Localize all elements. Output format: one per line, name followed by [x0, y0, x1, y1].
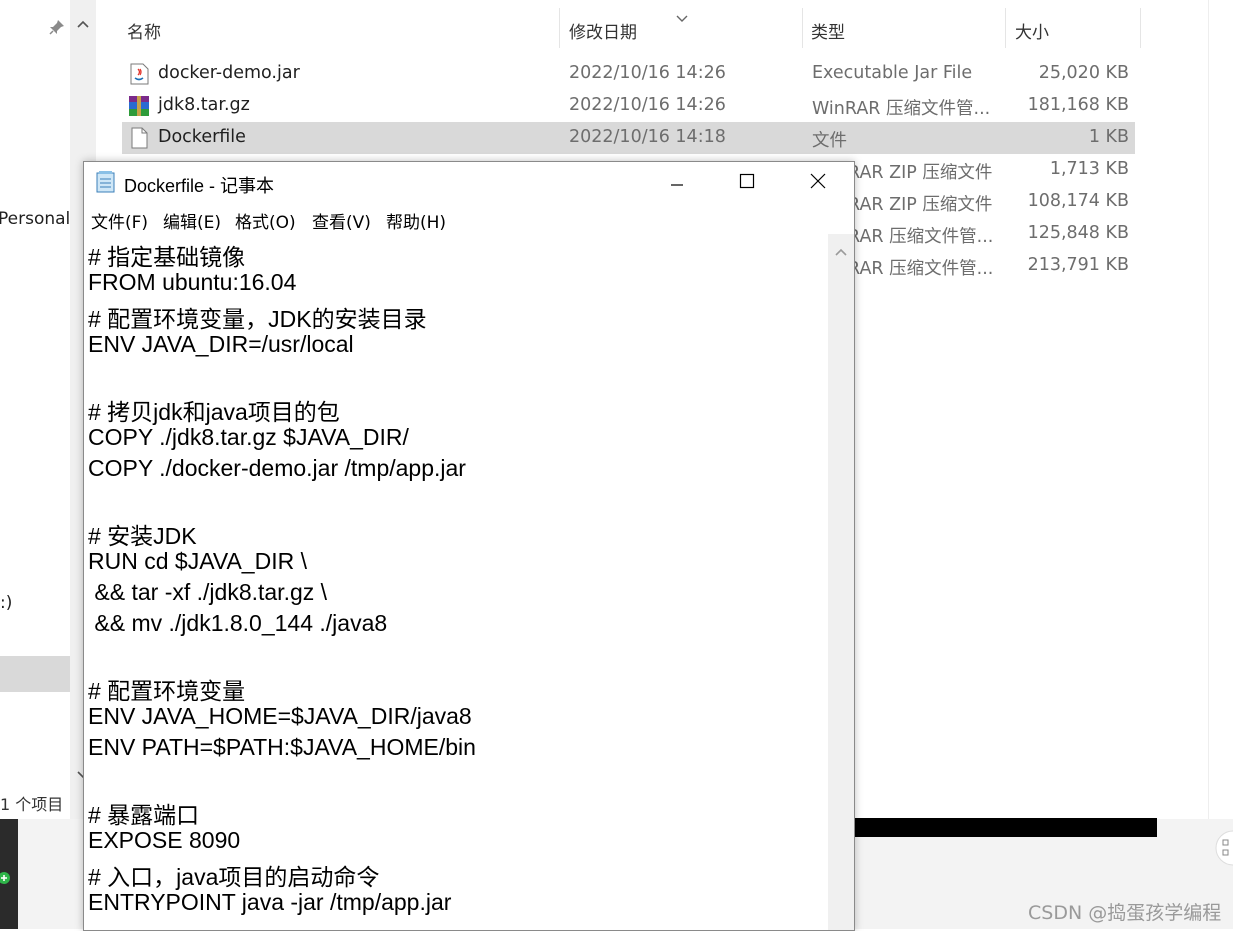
code-line: COPY ./docker-demo.jar /tmp/app.jar	[88, 455, 466, 481]
file-name: docker-demo.jar	[158, 63, 300, 83]
file-type: RAR ZIP 压缩文件	[848, 163, 993, 183]
notepad-app-icon	[94, 170, 118, 198]
file-size: 125,848 KB	[1027, 223, 1129, 243]
column-divider[interactable]	[559, 8, 560, 48]
menu-edit[interactable]: 编辑(E)	[163, 208, 221, 233]
file-date: 2022/10/16 14:18	[569, 127, 726, 147]
menu-help[interactable]: 帮助(H)	[386, 208, 446, 233]
file-type: 文件	[812, 131, 847, 151]
menu-file[interactable]: 文件(F)	[91, 208, 148, 233]
minimize-icon	[670, 174, 684, 193]
sort-chevron-icon	[676, 8, 688, 27]
window-title: Dockerfile - 记事本	[124, 176, 275, 196]
code-line: FROM ubuntu:16.04	[88, 269, 297, 295]
column-header-size[interactable]: 大小	[1015, 18, 1049, 43]
code-line: EXPOSE 8090	[88, 827, 241, 853]
file-row-selected[interactable]: Dockerfile 2022/10/16 14:18 文件 1 KB	[122, 122, 1135, 154]
file-size: 1 KB	[1088, 127, 1129, 147]
file-type: RAR 压缩文件管...	[848, 259, 994, 279]
column-divider[interactable]	[1140, 8, 1141, 48]
file-type: Executable Jar File	[812, 63, 973, 83]
file-type: RAR ZIP 压缩文件	[848, 195, 993, 215]
file-date: 2022/10/16 14:26	[569, 63, 726, 83]
code-line: # 配置环境变量	[88, 678, 246, 704]
background-window-strip	[853, 818, 1157, 837]
menu-format[interactable]: 格式(O)	[235, 208, 296, 233]
code-line: # 安装JDK	[88, 523, 197, 549]
column-header-name[interactable]: 名称	[127, 18, 161, 43]
file-type: RAR 压缩文件管...	[848, 227, 994, 247]
java-jar-icon	[128, 63, 150, 85]
code-line: COPY ./jdk8.tar.gz $JAVA_DIR/	[88, 424, 409, 450]
file-date: 2022/10/16 14:26	[569, 95, 726, 115]
winrar-archive-icon	[128, 95, 150, 117]
column-divider[interactable]	[1005, 8, 1006, 48]
code-line: ENV JAVA_HOME=$JAVA_DIR/java8	[88, 703, 472, 729]
file-row[interactable]: jdk8.tar.gz 2022/10/16 14:26 WinRAR 压缩文件…	[122, 90, 1135, 122]
code-line: # 配置环境变量，JDK的安装目录	[88, 306, 427, 332]
code-line: # 暴露端口	[88, 802, 200, 828]
status-item-count: 1 个项目	[0, 795, 64, 814]
column-divider[interactable]	[802, 8, 803, 48]
editor-scrollbar[interactable]	[828, 234, 854, 930]
file-size: 25,020 KB	[1038, 63, 1129, 83]
watermark-text: CSDN @捣蛋孩学编程	[1028, 902, 1222, 924]
nav-item-drive[interactable]: :)	[0, 593, 12, 613]
blank-file-icon	[128, 127, 150, 149]
scroll-up-icon[interactable]	[76, 14, 90, 33]
menu-view[interactable]: 查看(V)	[312, 208, 371, 233]
code-line: && mv ./jdk1.8.0_144 ./java8	[88, 610, 388, 636]
file-size: 1,713 KB	[1049, 159, 1129, 179]
file-type: WinRAR 压缩文件管...	[812, 99, 991, 119]
file-list-scrollbar[interactable]	[1208, 0, 1233, 819]
nav-item-selected[interactable]	[0, 656, 70, 692]
file-row[interactable]: docker-demo.jar 2022/10/16 14:26 Executa…	[122, 58, 1135, 90]
code-line: # 拷贝jdk和java项目的包	[88, 399, 340, 425]
add-circle-icon[interactable]	[0, 870, 12, 890]
pin-icon[interactable]	[48, 18, 66, 40]
code-line: && tar -xf ./jdk8.tar.gz \	[88, 579, 328, 605]
notepad-window[interactable]: Dockerfile - 记事本 文件(F) 编辑(E) 格式(O) 查看(V)…	[83, 161, 855, 931]
column-header-modified[interactable]: 修改日期	[569, 18, 637, 43]
column-header-type[interactable]: 类型	[811, 18, 845, 43]
file-size: 181,168 KB	[1027, 95, 1129, 115]
code-line: ENTRYPOINT java -jar /tmp/app.jar	[88, 889, 452, 915]
code-line: ENV PATH=$PATH:$JAVA_HOME/bin	[88, 734, 476, 760]
code-line: RUN cd $JAVA_DIR \	[88, 548, 307, 574]
file-size: 108,174 KB	[1027, 191, 1129, 211]
code-line: # 入口，java项目的启动命令	[88, 864, 380, 890]
maximize-icon	[739, 173, 755, 193]
file-name: Dockerfile	[158, 127, 246, 147]
side-widget-icon[interactable]	[1214, 826, 1233, 874]
close-button[interactable]	[795, 162, 841, 204]
maximize-button[interactable]	[724, 162, 770, 204]
code-line: ENV JAVA_DIR=/usr/local	[88, 331, 354, 357]
minimize-button[interactable]	[654, 162, 700, 204]
close-icon	[809, 172, 827, 194]
nav-item-personal[interactable]: Personal	[0, 209, 70, 229]
text-editor-area[interactable]: # 指定基础镜像 FROM ubuntu:16.04 # 配置环境变量，JDK的…	[84, 234, 828, 930]
file-name: jdk8.tar.gz	[158, 95, 250, 115]
file-size: 213,791 KB	[1027, 255, 1129, 275]
code-line: # 指定基础镜像	[88, 244, 246, 270]
scroll-up-icon[interactable]	[834, 242, 848, 261]
